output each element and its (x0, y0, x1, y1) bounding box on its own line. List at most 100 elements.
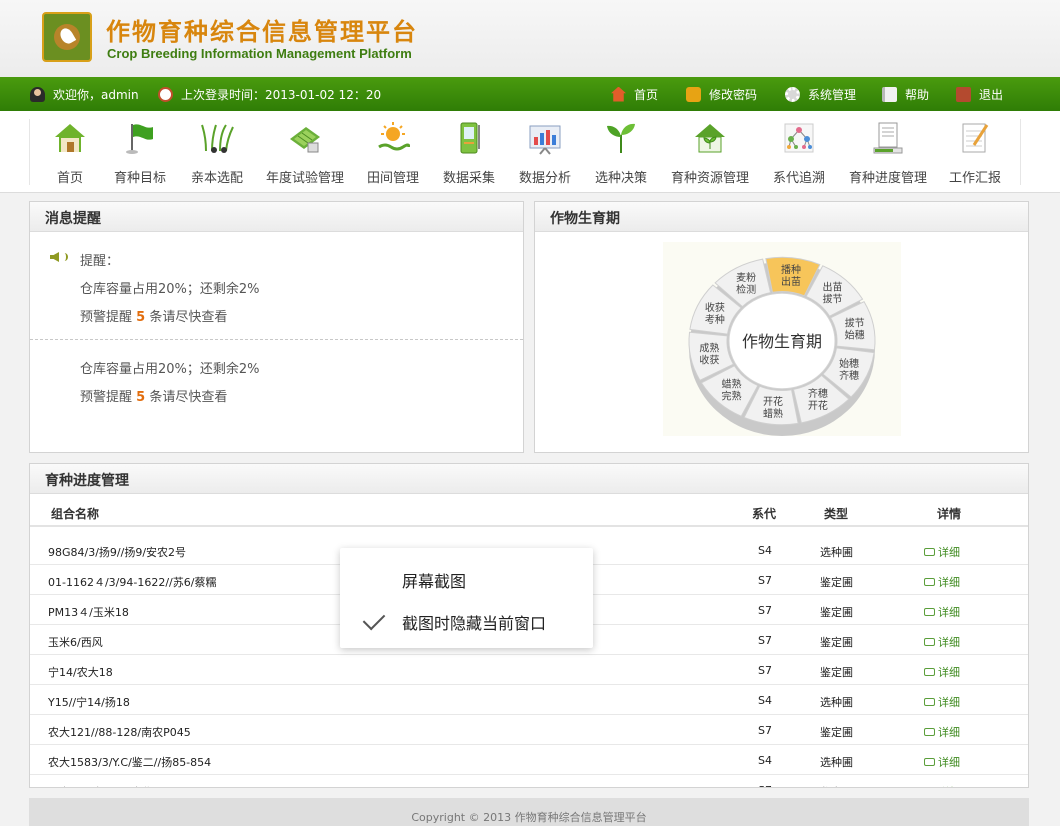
nav-item-breeding-goal[interactable]: 育种目标 (108, 111, 172, 193)
warning-count[interactable]: 5 (136, 390, 145, 405)
top-link-change-password[interactable]: 修改密码 (686, 85, 757, 103)
menu-item-screenshot[interactable]: 屏幕截图 (340, 558, 593, 598)
detail-link[interactable]: 详细 (924, 694, 960, 710)
warning-count[interactable]: 5 (136, 310, 145, 325)
detail-link[interactable]: 详细 (924, 574, 960, 590)
col-type: 类型 (824, 507, 849, 521)
detail-link[interactable]: 详细 (924, 724, 960, 740)
menu-item-label: 屏幕截图 (402, 572, 467, 591)
stage-label: 检测 (736, 283, 756, 296)
sprout-icon (607, 123, 635, 153)
table-row: 农大121//88-128/南农P045 S7 鉴定圃 详细 (30, 715, 1028, 745)
stage-label: 出苗 (781, 275, 801, 288)
nav-label: 首页 (56, 171, 83, 186)
table-row: 玉米1号//扬158/中优8号 S7 鉴定圃 详细 (30, 775, 1028, 787)
generation: S7 (758, 574, 772, 587)
stage-label: 收获 (705, 301, 725, 314)
chart-board-icon (529, 125, 561, 155)
module-nav: 首页 育种目标 亲本选配 年度试验管理 田间管理 数据采集 数据分析 选种决策 … (0, 111, 1060, 193)
nav-item-annual-trial[interactable]: 年度试验管理 (262, 111, 348, 193)
nav-label: 系代追溯 (772, 171, 825, 186)
growth-period-panel: 作物生育期 播种 出苗 出苗 拔节 拔节 始穗 始穗 齐穗 齐穗 开花 开花 蜡熟 蜡熟 完熟 成熟 收获 收获… (534, 201, 1029, 453)
stage-label: 考种 (705, 313, 725, 326)
nav-item-parent-selection[interactable]: 亲本选配 (184, 111, 250, 193)
table-row: 宁14/农大18 S7 鉴定圃 详细 (30, 655, 1028, 685)
stage-label: 拔节 (822, 292, 842, 305)
warning-reminder: 预警提醒 5 条请尽快查看 (80, 306, 227, 325)
nav-item-data-analysis[interactable]: 数据分析 (514, 111, 576, 193)
top-link-logout-label[interactable]: 退出 (979, 86, 1003, 103)
wheel-center-label: 作物生育期 (742, 332, 822, 351)
detail-link[interactable]: 详细 (924, 634, 960, 650)
growth-panel-title: 作物生育期 (535, 202, 1028, 232)
leaf-house-icon (695, 124, 725, 153)
top-link-home[interactable]: 首页 (611, 85, 658, 103)
menu-item-label: 截图时隐藏当前窗口 (402, 614, 547, 633)
nav-item-field-management[interactable]: 田间管理 (362, 111, 424, 193)
nav-label: 数据分析 (518, 171, 571, 186)
stage-label: 收获 (699, 354, 719, 367)
type: 选种圃 (820, 756, 853, 769)
stage-label: 齐穗 (839, 369, 859, 382)
stage-label: 蜡熟 (722, 378, 742, 391)
message-panel-title: 消息提醒 (30, 202, 523, 232)
detail-link[interactable]: 详细 (924, 604, 960, 620)
top-link-system[interactable]: 系统管理 (785, 85, 856, 103)
checkmark-icon (362, 607, 386, 631)
top-link-help-label[interactable]: 帮助 (905, 86, 929, 103)
flag-icon (126, 124, 153, 154)
nav-divider (29, 119, 30, 185)
field-grid-icon (290, 127, 320, 153)
nav-item-breeding-progress[interactable]: 育种进度管理 (844, 111, 932, 193)
table-row: 农大1583/3/Y.C/鉴二//扬85-854 S4 选种圃 详细 (30, 745, 1028, 775)
message-panel: 消息提醒 提醒： 仓库容量占用20%；还剩余2% 预警提醒 5 条请尽快查看 仓… (29, 201, 524, 453)
menu-item-hide-window[interactable]: 截图时隐藏当前窗口 (340, 600, 593, 640)
home-icon (611, 86, 626, 102)
detail-link[interactable]: 详细 (924, 664, 960, 680)
nav-label: 田间管理 (366, 171, 419, 186)
nav-item-home[interactable]: 首页 (40, 111, 100, 193)
combo-name: 98G84/3/扬9//扬9/安农2号 (48, 546, 187, 559)
type: 鉴定圃 (820, 666, 853, 679)
nav-item-breeding-resources[interactable]: 育种资源管理 (666, 111, 754, 193)
top-link-logout[interactable]: 退出 (956, 85, 1003, 103)
screenshot-context-menu: 屏幕截图 截图时隐藏当前窗口 (340, 548, 593, 648)
top-link-home-label[interactable]: 首页 (634, 86, 658, 103)
generation: S7 (758, 604, 772, 617)
growth-cycle-diagram: 播种 出苗 出苗 拔节 拔节 始穗 始穗 齐穗 齐穗 开花 开花 蜡熟 蜡熟 完熟 成熟 收获 收获 考种 麦粉 检测… (663, 242, 901, 436)
growth-cycle-wheel: 播种出苗 出苗拔节拔节始穗始穗齐穗齐穗开花开花蜡熟蜡熟完熟成熟收获收获考种麦粉检测… (688, 256, 876, 436)
top-link-system-label[interactable]: 系统管理 (808, 86, 856, 103)
lock-icon (686, 86, 701, 102)
nav-label: 年度试验管理 (265, 171, 344, 186)
type: 鉴定圃 (820, 784, 853, 787)
warning-prefix: 预警提醒 (80, 310, 133, 325)
warning-suffix: 条请尽快查看 (149, 310, 228, 325)
header: 作物育种综合信息管理平台 Crop Breeding Information M… (0, 0, 1060, 77)
progress-panel-title: 育种进度管理 (30, 464, 1028, 494)
combo-name: 宁14/农大18 (48, 666, 113, 679)
last-login: 上次登录时间：2013-01-02 12：20 (158, 85, 381, 103)
detail-link[interactable]: 详细 (924, 544, 960, 560)
detail-link[interactable]: 详细 (924, 754, 960, 770)
divider (30, 339, 523, 340)
nav-item-lineage-trace[interactable]: 系代追溯 (768, 111, 830, 193)
top-link-change-password-label[interactable]: 修改密码 (709, 86, 757, 103)
seedling-pair-icon (201, 124, 234, 153)
nav-item-work-report[interactable]: 工作汇报 (944, 111, 1006, 193)
detail-link[interactable]: 详细 (924, 784, 960, 787)
exit-door-icon (956, 86, 971, 102)
nav-label: 工作汇报 (948, 171, 1001, 186)
app-subtitle: Crop Breeding Information Management Pla… (107, 46, 412, 61)
welcome-text: 欢迎你，admin (53, 87, 139, 102)
top-bar: 欢迎你，admin 上次登录时间：2013-01-02 12：20 首页 修改密… (0, 77, 1060, 111)
type: 鉴定圃 (820, 636, 853, 649)
table-header: 组合名称 系代 类型 详情 (30, 495, 1028, 527)
nav-item-data-collection[interactable]: 数据采集 (438, 111, 500, 193)
stage-label: 始穗 (845, 328, 865, 341)
top-link-help[interactable]: 帮助 (882, 85, 929, 103)
stage-label: 蜡熟 (763, 407, 783, 420)
col-detail: 详情 (937, 507, 962, 521)
nav-item-selection-decision[interactable]: 选种决策 (590, 111, 652, 193)
user-avatar-icon (30, 86, 45, 102)
warning-reminder: 预警提醒 5 条请尽快查看 (80, 386, 227, 405)
